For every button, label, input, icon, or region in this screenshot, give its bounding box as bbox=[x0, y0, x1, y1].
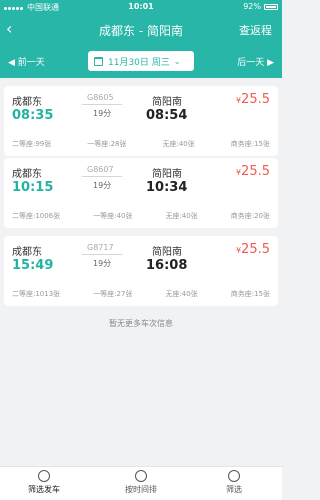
seat-info: 商务座:15张 bbox=[230, 140, 270, 148]
tab-label: 筛选发车 bbox=[28, 485, 60, 494]
chevron-left-icon: ◀ bbox=[8, 58, 15, 68]
train-card[interactable]: 成都东 10:15 G8607 19分 简阳南 10:34 ¥25.5 二等座:… bbox=[4, 158, 278, 228]
tab-filter[interactable]: 筛选 bbox=[204, 470, 264, 495]
train-number: G8607 bbox=[87, 165, 114, 174]
seat-info: 二等座:1013张 bbox=[12, 290, 61, 298]
status-right: 92% bbox=[243, 2, 278, 11]
from-station: 成都东 bbox=[12, 247, 42, 258]
arrive-time: 10:34 bbox=[146, 180, 188, 195]
calendar-icon bbox=[94, 56, 103, 66]
filter-icon bbox=[38, 470, 50, 482]
date-selector[interactable]: 11月30日 周三 ⌄ bbox=[88, 51, 194, 71]
status-bar: 中国联通 10:01 92% bbox=[0, 0, 282, 14]
duration: 19分 bbox=[93, 109, 112, 118]
battery-percent: 92% bbox=[243, 2, 261, 11]
price-value: 25.5 bbox=[241, 92, 270, 107]
ticket-price: ¥25.5 bbox=[236, 92, 270, 107]
train-card[interactable]: 成都东 08:35 G8605 19分 简阳南 08:54 ¥25.5 二等座:… bbox=[4, 86, 278, 156]
depart-time: 08:35 bbox=[12, 108, 54, 123]
tab-label: 筛选 bbox=[226, 485, 242, 494]
return-trip-button[interactable]: 查返程 bbox=[239, 22, 272, 38]
to-station: 简阳南 bbox=[152, 247, 182, 258]
seat-info: 无座:40张 bbox=[162, 140, 195, 148]
next-day-button[interactable]: 后一天 ▶ bbox=[237, 55, 274, 68]
route-divider bbox=[82, 104, 122, 105]
seat-availability: 二等座:1013张 一等座:27张 无座:40张 商务座:15张 bbox=[12, 289, 270, 299]
depart-time: 10:15 bbox=[12, 180, 54, 195]
seat-info: 商务座:15张 bbox=[230, 290, 270, 298]
to-station: 简阳南 bbox=[152, 97, 182, 108]
clock-time: 10:01 bbox=[128, 2, 154, 11]
selected-date: 11月30日 周三 bbox=[108, 57, 170, 68]
ticket-price: ¥25.5 bbox=[236, 164, 270, 179]
price-value: 25.5 bbox=[241, 164, 270, 179]
to-station: 简阳南 bbox=[152, 169, 182, 180]
from-station: 成都东 bbox=[12, 97, 42, 108]
ticket-price: ¥25.5 bbox=[236, 242, 270, 257]
route-divider bbox=[82, 254, 122, 255]
chevron-down-icon: ⌄ bbox=[173, 56, 181, 66]
prev-day-button[interactable]: ◀ 前一天 bbox=[8, 55, 45, 68]
seat-info: 一等座:27张 bbox=[93, 290, 133, 298]
tab-filter-departure[interactable]: 筛选发车 bbox=[14, 470, 74, 495]
no-more-trains-label: 暂无更多车次信息 bbox=[109, 319, 173, 328]
battery-icon bbox=[264, 3, 278, 10]
prev-day-label: 前一天 bbox=[17, 58, 45, 68]
bottom-tab-bar: 筛选发车 按时间排 筛选 bbox=[0, 466, 282, 500]
from-station: 成都东 bbox=[12, 169, 42, 180]
duration: 19分 bbox=[93, 181, 112, 190]
chevron-right-icon: ▶ bbox=[267, 58, 274, 68]
train-card[interactable]: 成都东 15:49 G8717 19分 简阳南 16:08 ¥25.5 二等座:… bbox=[4, 236, 278, 306]
seat-info: 商务座:20张 bbox=[230, 212, 270, 220]
arrive-time: 08:54 bbox=[146, 108, 188, 123]
arrive-time: 16:08 bbox=[146, 258, 188, 273]
seat-info: 一等座:40张 bbox=[93, 212, 133, 220]
seat-info: 无座:40张 bbox=[165, 290, 198, 298]
duration: 19分 bbox=[93, 259, 112, 268]
tab-label: 按时间排 bbox=[125, 485, 157, 494]
route-divider bbox=[82, 176, 122, 177]
seat-availability: 二等座:99张 一等座:28张 无座:40张 商务座:15张 bbox=[12, 139, 270, 149]
train-number: G8717 bbox=[87, 243, 114, 252]
seat-availability: 二等座:1006张 一等座:40张 无座:40张 商务座:20张 bbox=[12, 211, 270, 221]
seat-info: 无座:40张 bbox=[165, 212, 198, 220]
clock-icon bbox=[135, 470, 147, 482]
date-bar: ◀ 前一天 11月30日 周三 ⌄ 后一天 ▶ bbox=[0, 44, 282, 78]
tab-sort-time[interactable]: 按时间排 bbox=[111, 470, 171, 495]
seat-info: 二等座:1006张 bbox=[12, 212, 61, 220]
price-value: 25.5 bbox=[241, 242, 270, 257]
seat-info: 二等座:99张 bbox=[12, 140, 52, 148]
depart-time: 15:49 bbox=[12, 258, 54, 273]
train-number: G8605 bbox=[87, 93, 114, 102]
next-day-label: 后一天 bbox=[237, 58, 265, 68]
seat-info: 一等座:28张 bbox=[87, 140, 127, 148]
funnel-icon bbox=[228, 470, 240, 482]
nav-bar: ‹ 成都东 - 简阳南 查返程 bbox=[0, 14, 282, 44]
